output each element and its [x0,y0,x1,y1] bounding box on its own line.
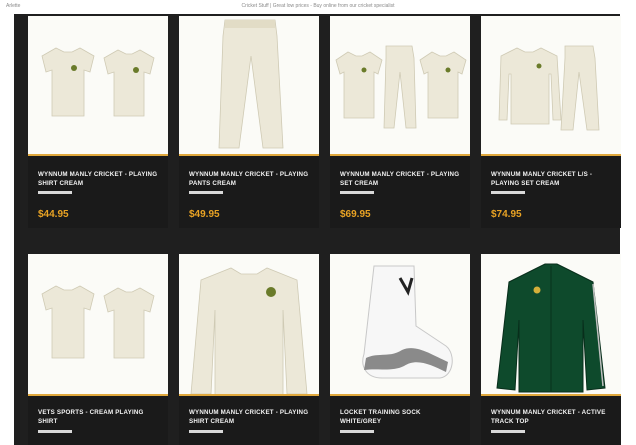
cricket-shirt-pair-icon [41,47,155,117]
title-underline [340,191,374,194]
product-card[interactable]: WYNNUM MANLY CRICKET L/S - PLAYING SET C… [481,16,621,228]
product-price: $69.95 [340,209,371,220]
title-underline [491,191,525,194]
title-underline [340,430,374,433]
page-notice: Cricket Stuff | Great low prices - Buy o… [241,3,395,9]
cricket-set-icon [335,45,467,129]
product-image[interactable] [330,16,470,156]
product-image[interactable] [481,254,621,396]
cricket-shirt-pair-icon [41,285,155,359]
title-underline [38,191,72,194]
product-title[interactable]: Wynnum Manly Cricket - Active Track Top [491,408,613,426]
product-image[interactable] [481,16,621,156]
product-image[interactable] [28,254,168,396]
title-underline [491,430,525,433]
product-title[interactable]: WYNNUM MANLY CRICKET - PLAYING PANTS CRE… [189,170,311,188]
track-top-icon [496,263,606,393]
product-card[interactable]: WYNNUM MANLY CRICKET - PLAYING SHIRT CRE… [28,16,168,228]
title-underline [189,191,223,194]
product-price: $44.95 [38,209,69,220]
product-card[interactable]: WYNNUM MANLY CRICKET - PLAYING SHIRT CRE… [179,254,319,445]
product-card[interactable]: VETS SPORTS - CREAM PLAYING SHIRT [28,254,168,445]
cricket-longsleeve-set-icon [498,45,600,131]
product-title[interactable]: WYNNUM MANLY CRICKET - PLAYING SET CREAM [340,170,462,188]
product-image[interactable] [28,16,168,156]
title-underline [189,430,223,433]
title-underline [38,430,72,433]
product-title[interactable]: WYNNUM MANLY CRICKET L/S - PLAYING SET C… [491,170,613,188]
product-grid: WYNNUM MANLY CRICKET - PLAYING SHIRT CRE… [14,14,621,445]
product-card[interactable]: WYNNUM MANLY CRICKET - PLAYING PANTS CRE… [179,16,319,228]
sports-sock-icon [362,265,453,379]
product-title[interactable]: WYNNUM MANLY CRICKET - PLAYING SHIRT CRE… [38,170,160,188]
product-card[interactable]: Wynnum Manly Cricket - Active Track Top [481,254,621,445]
cricket-pants-icon [218,19,284,149]
product-image[interactable] [179,254,319,396]
product-card[interactable]: LOCKET TRAINING SOCK WHITE/GREY [330,254,470,445]
product-title[interactable]: LOCKET TRAINING SOCK WHITE/GREY [340,408,462,426]
product-card[interactable]: WYNNUM MANLY CRICKET - PLAYING SET CREAM… [330,16,470,228]
product-title[interactable]: WYNNUM MANLY CRICKET - PLAYING SHIRT CRE… [189,408,311,426]
top-bar: Arlette Cricket Stuff | Great low prices… [0,0,636,14]
product-price: $74.95 [491,209,522,220]
product-title[interactable]: VETS SPORTS - CREAM PLAYING SHIRT [38,408,160,426]
cricket-longsleeve-shirt-icon [190,267,308,394]
product-price: $49.95 [189,209,220,220]
product-image[interactable] [179,16,319,156]
product-image[interactable] [330,254,470,396]
